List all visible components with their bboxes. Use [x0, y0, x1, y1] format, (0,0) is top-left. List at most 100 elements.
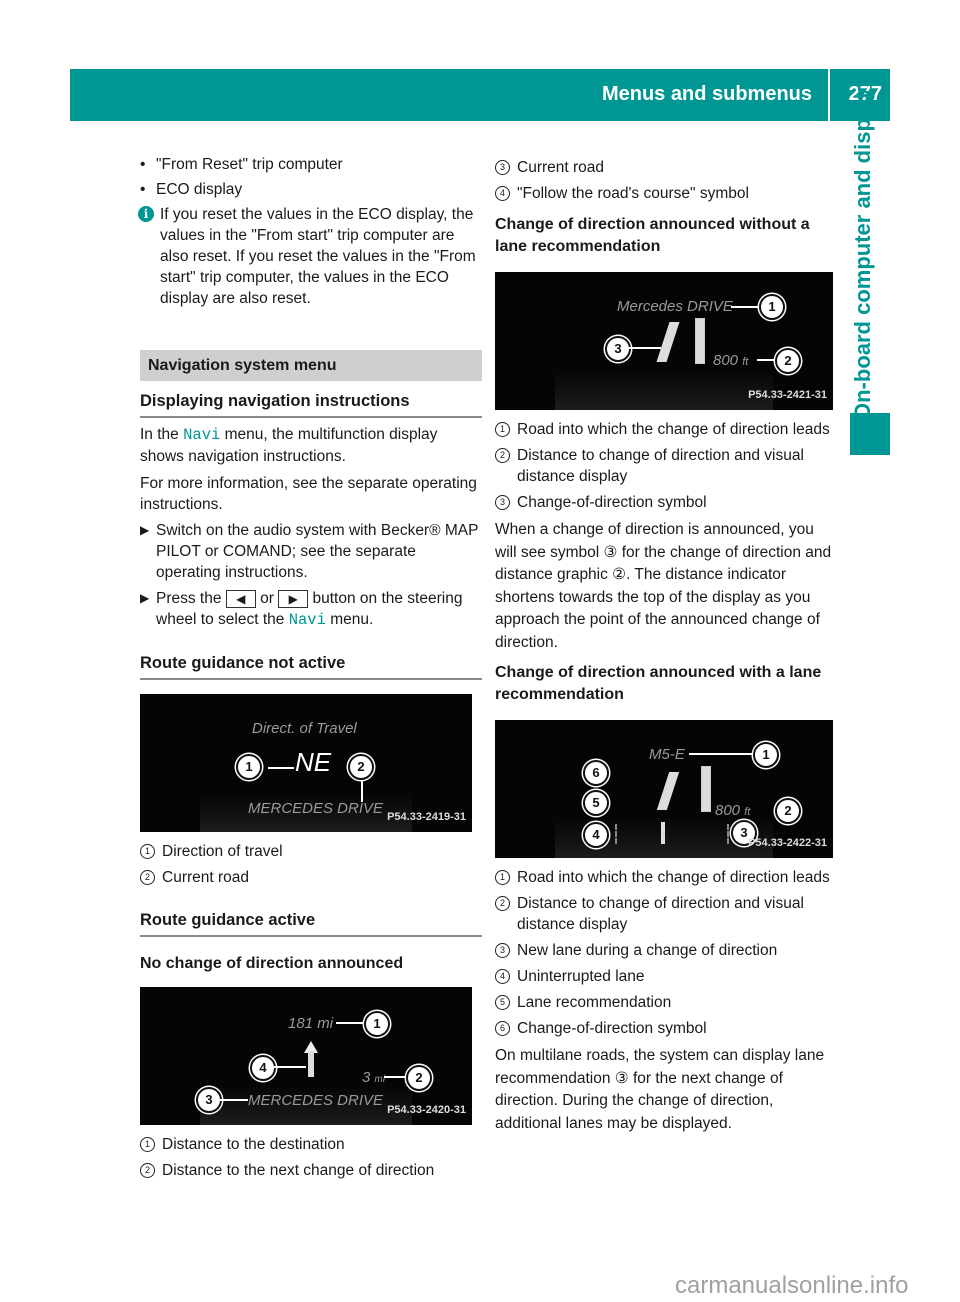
step-arrow-icon: ▶: [140, 523, 150, 537]
legend-item: 4 Uninterrupted lane: [495, 966, 837, 987]
legend-item: 5 Lane recommendation: [495, 992, 837, 1013]
legend-number: 2: [140, 870, 155, 885]
step-text: Switch on the audio system with Becker® …: [156, 522, 479, 581]
step-text: or: [255, 590, 279, 607]
callout-2: 2: [775, 798, 801, 824]
callout-2: 2: [406, 1065, 432, 1091]
direction-value: NE: [295, 747, 332, 777]
callout-line: [384, 1076, 408, 1078]
legend-item: 3 Change-of-direction symbol: [495, 492, 837, 513]
callout-1: 1: [753, 742, 779, 768]
legend-number: 1: [140, 1137, 155, 1152]
section-title: Menus and submenus: [601, 83, 812, 105]
info-note-text: If you reset the values in the ECO displ…: [160, 206, 476, 307]
heading-displaying-navigation: Displaying navigation instructions: [140, 391, 482, 418]
legend-text: Road into which the change of direction …: [517, 421, 830, 438]
distance-bar: [695, 318, 705, 364]
display-no-change: 181 mi 1 4 3 mi 2 3 MERCEDES DRIVE P54.3…: [140, 987, 472, 1125]
legend-item: 3 Current road: [495, 157, 837, 178]
legend-item: 2 Distance to change of direction and vis…: [495, 445, 837, 487]
legend-text: Change-of-direction symbol: [517, 494, 707, 511]
legend-item: 4 "Follow the road's course" symbol: [495, 183, 837, 204]
navi-menu-label: Navi: [288, 611, 326, 629]
callout-5: 5: [583, 790, 609, 816]
display-with-lane: M5-E 1 6 5 800 ft 2 4 3 P54.33-2422-31: [495, 720, 833, 858]
chapter-tab-marker: [850, 413, 890, 455]
more-info-paragraph: For more information, see the separate o…: [140, 475, 477, 513]
legend-number: 5: [495, 995, 510, 1010]
callout-2: 2: [348, 754, 374, 780]
display-glow: [555, 370, 773, 410]
watermark: carmanualsonline.info: [675, 1272, 909, 1299]
legend-text: Distance to the next change of direction: [162, 1162, 435, 1179]
figure-code: P54.33-2422-31: [748, 837, 827, 849]
right-column: 3 Current road 4 "Follow the road's course…: [495, 157, 837, 1135]
callout-4: 4: [250, 1055, 276, 1081]
instruction-step: ▶ Press the ◀ or ▶ button on the steering…: [140, 588, 482, 631]
legend-text: Uninterrupted lane: [517, 968, 645, 985]
legend-text: Current road: [517, 159, 605, 176]
header-divider: [828, 69, 830, 121]
paragraph-announced: When a change of direction is announced,…: [495, 521, 832, 651]
callout-4: 4: [583, 822, 609, 848]
legend-number: 2: [495, 448, 510, 463]
legend-item: 1 Direction of travel: [140, 841, 482, 862]
callout-line: [336, 1022, 366, 1024]
legend-text: "Follow the road's course" symbol: [517, 185, 749, 202]
heading-with-lane-recommendation: Change of direction announced with a lan…: [495, 664, 822, 703]
info-icon: i: [138, 206, 154, 222]
legend-number: 6: [495, 1021, 510, 1036]
callout-line: [220, 1099, 248, 1101]
intro-text: In the: [140, 426, 184, 443]
heading-no-change-of-direction: No change of direction announced: [140, 955, 404, 972]
callout-3: 3: [196, 1087, 222, 1113]
bullet-item: • ECO display: [140, 181, 243, 198]
intro-paragraph: In the Navi menu, the multifunction disp…: [140, 424, 482, 467]
left-column: • "From Reset" trip computer • ECO display…: [138, 154, 482, 1181]
legend-item: 1 Distance to the destination: [140, 1134, 482, 1155]
callout-line: [689, 753, 755, 755]
navi-menu-label: Navi: [183, 426, 221, 444]
callout-line: [274, 1066, 306, 1068]
current-road: MERCEDES DRIVE: [248, 1092, 384, 1109]
legend-number: 2: [495, 896, 510, 911]
heading-without-lane-recommendation: Change of direction announced without a …: [495, 216, 810, 255]
legend-text: Road into which the change of direction …: [517, 869, 830, 886]
legend-text: Lane recommendation: [517, 994, 672, 1011]
turn-right-arrow-icon: [656, 772, 680, 810]
legend-text: Direction of travel: [162, 843, 283, 860]
chapter-tab-label: On-board computer and displays: [850, 75, 875, 420]
distance-value: 800: [715, 802, 741, 819]
legend-text: New lane during a change of direction: [517, 942, 778, 959]
callout-6: 6: [583, 760, 609, 786]
distance-unit: ft: [744, 806, 751, 818]
legend-number: 1: [495, 870, 510, 885]
distance-bar: [701, 766, 711, 812]
figure-code: P54.33-2420-31: [387, 1104, 466, 1116]
heading-route-guidance-not-active: Route guidance not active: [140, 653, 482, 680]
legend-item: 2 Distance to change of direction and vis…: [495, 893, 837, 935]
legend-text: Change-of-direction symbol: [517, 1020, 707, 1037]
legend-number: 3: [495, 495, 510, 510]
callout-3: 3: [605, 336, 631, 362]
recommended-lane-arrow-icon: [661, 822, 665, 844]
callout-1: 1: [236, 754, 262, 780]
right-button-icon: ▶: [278, 589, 309, 608]
target-road: Mercedes DRIVE: [617, 298, 733, 315]
turn-right-arrow-icon: [656, 322, 680, 362]
legend-number: 1: [495, 422, 510, 437]
legend-item: 1 Road into which the change of direction…: [495, 419, 837, 440]
lane-markings: [615, 824, 729, 844]
step-text: menu.: [325, 611, 374, 628]
legend-number: 4: [495, 969, 510, 984]
legend-item: 3 New lane during a change of direction: [495, 940, 837, 961]
legend-item: 6 Change-of-direction symbol: [495, 1018, 837, 1039]
step-arrow-icon: ▶: [140, 591, 150, 605]
section-heading: Navigation system menu: [140, 350, 482, 381]
figure-code: P54.33-2421-31: [748, 389, 827, 401]
legend-item: 2 Distance to the next change of directio…: [140, 1160, 482, 1181]
distance-value: 800: [713, 352, 739, 369]
paragraph-multilane: On multilane roads, the system can displ…: [495, 1047, 825, 1132]
legend-text: Distance to change of direction and visu…: [517, 895, 804, 933]
callout-2: 2: [775, 348, 801, 374]
